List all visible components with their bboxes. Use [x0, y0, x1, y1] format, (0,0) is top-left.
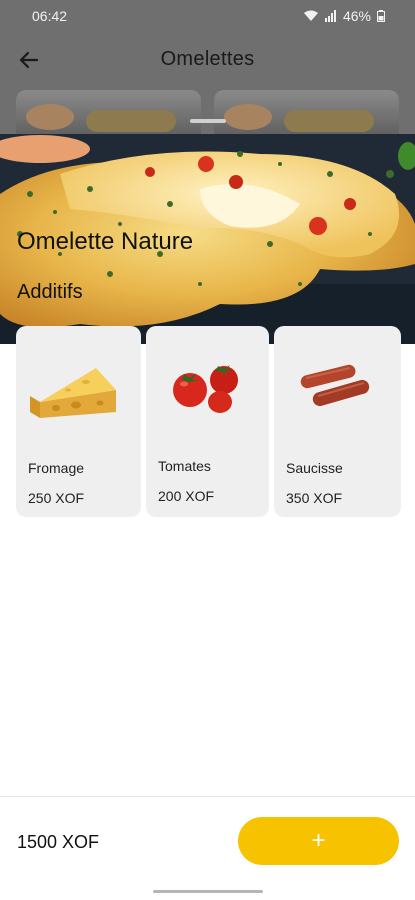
- status-time: 06:42: [32, 8, 68, 24]
- wifi-icon: [303, 10, 318, 21]
- background-product-card: [16, 90, 201, 140]
- home-indicator[interactable]: [153, 890, 263, 893]
- app-bar: Omelettes: [0, 38, 415, 82]
- addon-name: Saucisse: [286, 460, 343, 476]
- addon-card-tomates[interactable]: Tomates 200 XOF: [146, 326, 269, 517]
- addon-card-saucisse[interactable]: Saucisse 350 XOF: [274, 326, 401, 517]
- product-name: Omelette Nature: [17, 228, 194, 255]
- footer-divider: [0, 796, 415, 797]
- addon-price: 250 XOF: [28, 490, 85, 506]
- cheese-image: [30, 368, 116, 418]
- sausage-image: [300, 364, 370, 407]
- background-product-card: [214, 90, 399, 140]
- drag-handle[interactable]: [190, 119, 226, 123]
- addon-card-fromage[interactable]: Fromage 250 XOF: [16, 326, 141, 517]
- battery-percent: 46%: [342, 8, 371, 24]
- signal-icon: [324, 10, 336, 22]
- addon-name: Fromage: [28, 460, 85, 476]
- addon-name: Tomates: [158, 458, 211, 474]
- page-title: Omelettes: [160, 48, 255, 70]
- addon-price: 200 XOF: [158, 488, 215, 504]
- battery-icon: [377, 10, 385, 22]
- addons-section-title: Additifs: [17, 281, 83, 303]
- addon-price: 350 XOF: [286, 490, 343, 506]
- status-icons: 46%: [303, 8, 385, 24]
- status-bar: 06:42 46%: [0, 0, 415, 32]
- total-price: 1500 XOF: [17, 832, 100, 852]
- add-to-cart-button[interactable]: +: [238, 817, 399, 865]
- tomato-image: [173, 365, 238, 413]
